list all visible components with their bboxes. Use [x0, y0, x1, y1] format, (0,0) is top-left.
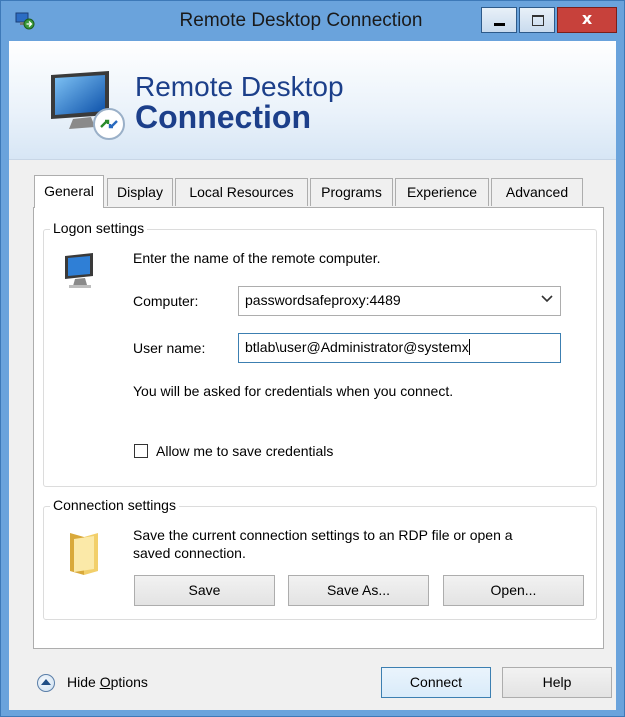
hide-options-link[interactable]: Hide Options — [67, 674, 148, 690]
save-button[interactable]: Save — [134, 575, 275, 606]
remote-desktop-computer-icon — [51, 71, 125, 140]
computer-value: passwordsafeproxy:4489 — [245, 292, 401, 308]
tab-experience[interactable]: Experience — [395, 178, 489, 206]
logon-instruction: Enter the name of the remote computer. — [133, 250, 381, 266]
logon-settings-legend: Logon settings — [50, 220, 148, 236]
tab-advanced[interactable]: Advanced — [491, 178, 583, 206]
connection-description-line2: saved connection. — [133, 545, 246, 561]
save-credentials-checkbox[interactable] — [134, 444, 148, 458]
save-credentials-label[interactable]: Allow me to save credentials — [156, 443, 333, 459]
computer-label: Computer: — [133, 293, 199, 309]
title-bar[interactable]: Remote Desktop Connection x — [1, 1, 624, 41]
help-button[interactable]: Help — [502, 667, 612, 698]
username-input[interactable]: btlab\user@Administrator@systemx — [238, 333, 561, 363]
connection-settings-group: Connection settings Save the current con… — [43, 497, 597, 620]
minimize-icon — [494, 23, 505, 26]
tab-general[interactable]: General — [34, 175, 104, 208]
client-area: Remote Desktop Connection General Displa… — [9, 41, 616, 710]
window-title: Remote Desktop Connection — [179, 10, 423, 31]
remote-desktop-icon — [15, 12, 35, 30]
banner: Remote Desktop Connection — [9, 41, 616, 160]
tab-display[interactable]: Display — [107, 178, 173, 206]
close-button[interactable]: x — [557, 7, 617, 33]
chevron-up-circle-icon[interactable] — [37, 674, 55, 692]
tab-programs[interactable]: Programs — [310, 178, 393, 206]
username-label: User name: — [133, 340, 206, 356]
minimize-button[interactable] — [481, 7, 517, 33]
connection-settings-legend: Connection settings — [50, 497, 179, 513]
hide-options-suffix: ptions — [110, 674, 148, 690]
tab-local-resources[interactable]: Local Resources — [175, 178, 308, 206]
hide-options-prefix: Hide — [67, 674, 100, 690]
username-value: btlab\user@Administrator@systemx — [245, 339, 469, 355]
tab-panel-general: Logon settings Enter the name of the rem… — [33, 207, 604, 649]
save-as-button[interactable]: Save As... — [288, 575, 429, 606]
banner-title-line2: Connection — [135, 99, 311, 135]
credentials-note: You will be asked for credentials when y… — [133, 383, 454, 399]
hide-options-accelerator: O — [99, 674, 111, 690]
connection-description-line1: Save the current connection settings to … — [133, 527, 513, 543]
logon-settings-group: Logon settings Enter the name of the rem… — [43, 220, 597, 487]
computer-icon — [65, 253, 93, 288]
maximize-button[interactable] — [519, 7, 555, 33]
chevron-down-icon[interactable] — [540, 291, 554, 305]
maximize-icon — [532, 15, 544, 26]
text-cursor — [468, 339, 470, 355]
open-button[interactable]: Open... — [443, 575, 584, 606]
close-icon: x — [581, 9, 593, 28]
folder-icon — [70, 533, 98, 575]
connect-button[interactable]: Connect — [381, 667, 491, 698]
computer-combobox[interactable]: passwordsafeproxy:4489 — [238, 286, 561, 316]
rdc-window: Remote Desktop Connection x Remote Deskt… — [0, 0, 625, 717]
